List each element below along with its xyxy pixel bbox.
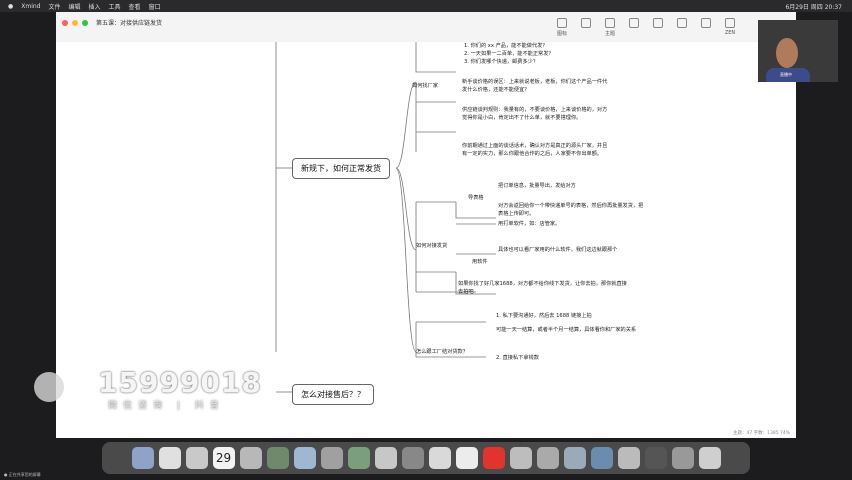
topic-icon <box>605 18 615 28</box>
webcam-overlay: 直播中 <box>758 20 838 82</box>
toolbar-format-button[interactable] <box>700 18 712 37</box>
menu-file[interactable]: 文件 <box>48 2 60 11</box>
toolbar-summary-button[interactable] <box>652 18 664 37</box>
calendar-icon[interactable]: 29 <box>212 447 235 469</box>
chrome-icon[interactable] <box>320 447 343 469</box>
menu-bar: ● Xmind 文件 编辑 插入 工具 查看 窗口 6月29日 周四 20:37 <box>0 0 852 12</box>
wps-icon[interactable] <box>482 447 505 469</box>
app-icon[interactable] <box>509 447 532 469</box>
watermark-phone: 15999018 <box>98 366 262 399</box>
close-icon[interactable] <box>62 20 68 26</box>
safari-icon[interactable] <box>293 447 316 469</box>
format-icon <box>701 18 711 28</box>
watermark-subtitle: 微信咨询 | 抖音 <box>108 401 225 411</box>
toolbar-relation-button[interactable] <box>628 18 640 37</box>
toolbar-zen-button[interactable]: ZEN <box>724 18 736 37</box>
webcam-label: 直播中 <box>780 72 792 77</box>
icon-marker-icon <box>557 18 567 28</box>
software-step-1[interactable]: 用打单软件，如：店管家。 <box>498 220 628 228</box>
note-price-mistake[interactable]: 新手谈价格的误区：上来就说老板，老板，你们这个产品一件代发什么价格，还能不能便宜… <box>462 78 612 94</box>
window-controls <box>62 20 88 26</box>
settlement-step-1[interactable]: 1. 私下要沟通好，然后去 1688 链接上拍 <box>496 312 646 320</box>
wechat-watermark-icon <box>34 372 64 402</box>
branch-settlement[interactable]: 怎么跟工厂结对货款？ <box>416 348 468 356</box>
screenshot-icon[interactable] <box>401 447 424 469</box>
finder-icon[interactable] <box>131 447 154 469</box>
note-1688-offline[interactable]: 如果你找了好几家1688，对方都不给你线下发货，让你去拍，那你就直接去拍吧 <box>458 280 628 296</box>
dock: 29 <box>102 442 750 474</box>
settlement-step-2[interactable]: 2. 直接私下拿钱款 <box>496 354 539 362</box>
topic-after-sales[interactable]: 怎么对接售后？？ <box>292 384 374 405</box>
relation-icon <box>629 18 639 28</box>
mail-icon[interactable] <box>185 447 208 469</box>
factory-question-1[interactable]: 1. 你们的 xx 产品，能不能做代发？ <box>464 42 547 50</box>
document-title: 第五课：对接供应链发货 <box>96 20 163 27</box>
table-step-2[interactable]: 对方会返回给你一个带快递单号的表格，然后你再批量发货，把表格上传即可。 <box>498 202 648 218</box>
sub-use-software[interactable]: 用软件 <box>472 258 488 266</box>
software-step-2[interactable]: 具体也可以看厂家用的什么软件，我们这边就跟那个 <box>498 246 648 254</box>
presenter-face <box>776 38 798 68</box>
topic-shipping-under-new-rules[interactable]: 新规下，如何正常发货 <box>292 158 390 179</box>
gallery-icon[interactable] <box>617 447 640 469</box>
toolbar-icon-button[interactable]: 图标 <box>556 18 568 37</box>
minimize-icon[interactable] <box>72 20 78 26</box>
screen-share-caption: ● 正在共享您的屏幕 <box>4 472 41 477</box>
robot-icon[interactable] <box>671 447 694 469</box>
zen-icon <box>725 18 735 28</box>
menu-view[interactable]: 查看 <box>129 2 141 11</box>
note-negotiation-rule[interactable]: 供应链谈判规则：我量有的，不要谈价格，上来谈价格的，对方觉得你是小白，肯定出不了… <box>462 106 612 122</box>
menu-app-name[interactable]: Xmind <box>21 3 40 10</box>
dots-icon[interactable] <box>455 447 478 469</box>
launchpad-icon[interactable] <box>158 447 181 469</box>
sticker-icon <box>581 18 591 28</box>
menu-window[interactable]: 窗口 <box>149 2 161 11</box>
menu-insert[interactable]: 插入 <box>89 2 101 11</box>
messages-icon[interactable] <box>374 447 397 469</box>
maximize-icon[interactable] <box>82 20 88 26</box>
terminal-icon[interactable] <box>644 447 667 469</box>
note-confirm-source[interactable]: 你前期通过上面的谈话话术，确认对方是真正的源头厂家，并且有一定的实力，那么你跟他… <box>462 142 612 158</box>
boundary-icon <box>677 18 687 28</box>
toolbar-topic-button[interactable]: 主题 <box>604 18 616 37</box>
trash-icon[interactable] <box>698 447 721 469</box>
notes-icon[interactable] <box>266 447 289 469</box>
menu-clock: 6月29日 周四 20:37 <box>785 3 842 11</box>
toolbar: 图标 主题 ZEN <box>556 18 736 37</box>
menu-tools[interactable]: 工具 <box>109 2 121 11</box>
preview-icon[interactable] <box>590 447 613 469</box>
sub-export-table[interactable]: 导表格 <box>468 194 484 202</box>
wechat-icon[interactable] <box>347 447 370 469</box>
table-step-1[interactable]: 把订单信息，批量导出，发给对方 <box>498 182 628 190</box>
branch-docking-shipping[interactable]: 如何对接发货 <box>416 242 447 250</box>
summary-icon <box>653 18 663 28</box>
apple-icon[interactable]: ● <box>8 3 13 10</box>
browser-icon[interactable] <box>536 447 559 469</box>
factory-question-3[interactable]: 3. 你们发哪个快递，邮费多少？ <box>464 58 538 66</box>
menu-edit[interactable]: 编辑 <box>69 2 81 11</box>
xmind-icon[interactable] <box>428 447 451 469</box>
canvas-status-bar: 主题：47 字数：1385 74% <box>732 431 790 436</box>
tools-icon[interactable] <box>563 447 586 469</box>
toolbar-sticker-button[interactable] <box>580 18 592 37</box>
settlement-note[interactable]: 可能一天一结算，或者半个月一结算，具体看你和厂家的关系 <box>496 326 646 334</box>
window-titlebar: 第五课：对接供应链发货 图标 主题 ZEN <box>56 12 796 43</box>
reminders-icon[interactable] <box>239 447 262 469</box>
branch-find-factory[interactable]: 如何找厂家 <box>412 82 438 90</box>
toolbar-boundary-button[interactable] <box>676 18 688 37</box>
factory-question-2[interactable]: 2. 一天如果一二百单，能不能正常发？ <box>464 50 554 58</box>
